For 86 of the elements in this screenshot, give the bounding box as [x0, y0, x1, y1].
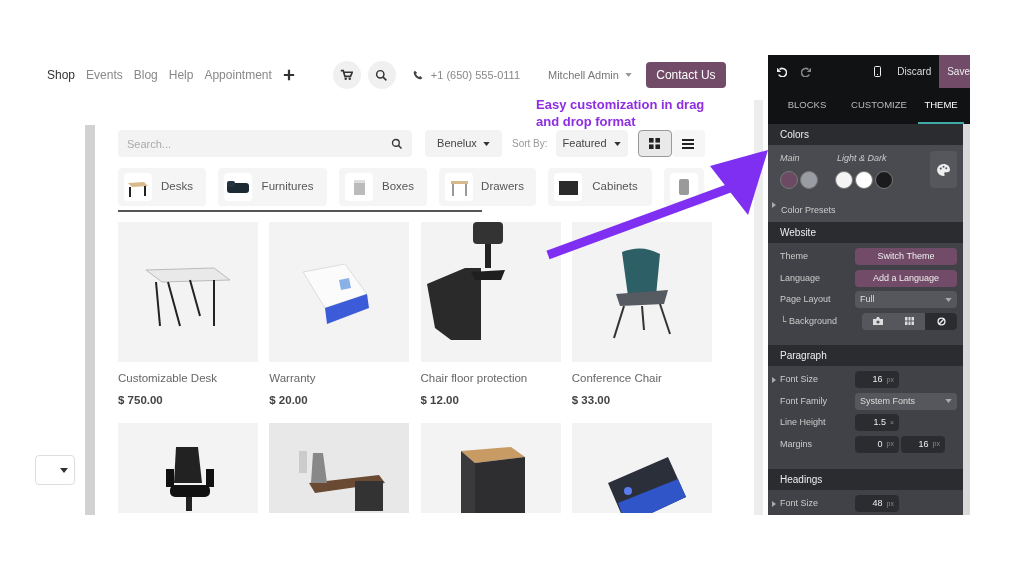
- panel-tab[interactable]: CUSTOMIZE: [840, 88, 918, 124]
- option-button[interactable]: Switch Theme: [855, 248, 957, 266]
- user-menu[interactable]: Mitchell Admin: [548, 66, 632, 84]
- caret-icon: [624, 73, 632, 77]
- nav-link[interactable]: Appointment: [204, 66, 272, 84]
- product-name[interactable]: Conference Chair: [571, 370, 712, 388]
- scrollbar[interactable]: [85, 125, 95, 515]
- undo-icon: [777, 66, 787, 77]
- product-price: $ 20.00: [269, 393, 309, 409]
- color-swatch[interactable]: [800, 170, 818, 189]
- view-toggle[interactable]: [637, 130, 673, 157]
- category-chip[interactable]: Furnitures: [218, 168, 327, 206]
- field-label: Line Height: [780, 416, 827, 429]
- scrollbar[interactable]: [963, 124, 970, 515]
- option-button[interactable]: Add a Language: [855, 269, 957, 287]
- color-swatch[interactable]: [835, 170, 853, 189]
- section-title: Website: [780, 226, 816, 240]
- color-presets-toggle[interactable]: Color Presets: [780, 200, 836, 219]
- nav-link[interactable]: Blog: [133, 66, 158, 84]
- search-icon: [375, 68, 389, 82]
- plus-icon: [282, 69, 295, 81]
- discard-button[interactable]: Discard: [893, 55, 936, 88]
- caret-icon: [60, 467, 68, 473]
- caret-icon: [945, 399, 952, 404]
- search-button[interactable]: [367, 61, 396, 89]
- redo-icon: [800, 66, 811, 77]
- category-chip[interactable]: Cabinets: [548, 168, 652, 206]
- caret-icon: [945, 297, 952, 302]
- panel-tab[interactable]: BLOCKS: [774, 88, 840, 124]
- annotation-text: Easy customization in drag and drop format: [536, 96, 706, 130]
- phone-number: +1 (650) 555-0111: [430, 67, 520, 83]
- field-label: Font Family: [780, 394, 828, 408]
- product-price: $ 750.00: [118, 393, 164, 409]
- color-swatch[interactable]: [780, 170, 798, 189]
- grid-view-icon: [649, 138, 661, 149]
- field-label: Margins: [780, 437, 813, 451]
- product-name[interactable]: Chair floor protection: [420, 370, 561, 388]
- select-field[interactable]: System Fonts: [855, 392, 957, 410]
- color-swatch[interactable]: [855, 170, 873, 189]
- product-price: $ 33.00: [571, 393, 612, 409]
- select-field[interactable]: Full: [855, 291, 957, 309]
- field-label: Theme: [780, 250, 809, 263]
- section-title: Colors: [780, 128, 809, 142]
- field-label: Font Size: [780, 373, 820, 386]
- add-button[interactable]: [282, 69, 295, 81]
- cart-button[interactable]: [332, 61, 361, 89]
- field-label: └ Background: [780, 314, 838, 328]
- sort-label: Sort By:: [512, 137, 548, 151]
- scrollbar[interactable]: [754, 100, 763, 515]
- search-icon: [391, 138, 403, 150]
- contact-us-button[interactable]: Contact Us: [645, 62, 726, 88]
- pricelist-dropdown[interactable]: Benelux: [425, 130, 502, 157]
- save-button[interactable]: Save: [939, 55, 970, 88]
- list-view-icon: [682, 138, 695, 149]
- category-chip[interactable]: Drawers: [439, 168, 536, 206]
- grid-icon: [905, 317, 914, 326]
- ban-icon: [936, 316, 946, 326]
- segment-option[interactable]: [925, 312, 957, 330]
- cart-icon: [340, 68, 354, 82]
- product-price: $ 12.00: [420, 393, 460, 409]
- nav-link[interactable]: Help: [168, 66, 194, 84]
- palette-icon: [937, 163, 950, 176]
- segmented-control[interactable]: [862, 312, 957, 330]
- search-field[interactable]: Search...: [118, 130, 412, 157]
- sort-dropdown[interactable]: Featured: [555, 130, 628, 157]
- section-title: Headings: [780, 473, 823, 487]
- caret-icon: [613, 141, 621, 146]
- color-swatch[interactable]: [875, 170, 893, 189]
- view-toggle[interactable]: [672, 130, 705, 157]
- field-label: Font Size: [780, 497, 820, 510]
- category-chip[interactable]: Desks: [118, 168, 206, 206]
- field-label: Page Layout: [780, 293, 832, 306]
- product-name[interactable]: Warranty: [269, 370, 410, 388]
- field-label: Language: [780, 271, 822, 285]
- palette-button[interactable]: [930, 151, 957, 188]
- group-label: Light & Dark: [837, 152, 887, 165]
- caret-icon: [482, 141, 490, 146]
- section-title: Paragraph: [780, 349, 827, 363]
- camera-icon: [872, 317, 883, 326]
- mobile-icon: [874, 66, 882, 77]
- category-chip[interactable]: Boxes: [339, 168, 427, 206]
- nav-link[interactable]: Shop: [47, 66, 76, 84]
- nav-link[interactable]: Events: [86, 66, 123, 84]
- product-name[interactable]: Customizable Desk: [118, 370, 258, 388]
- group-label: Main: [780, 152, 801, 165]
- phone-icon: [412, 70, 423, 80]
